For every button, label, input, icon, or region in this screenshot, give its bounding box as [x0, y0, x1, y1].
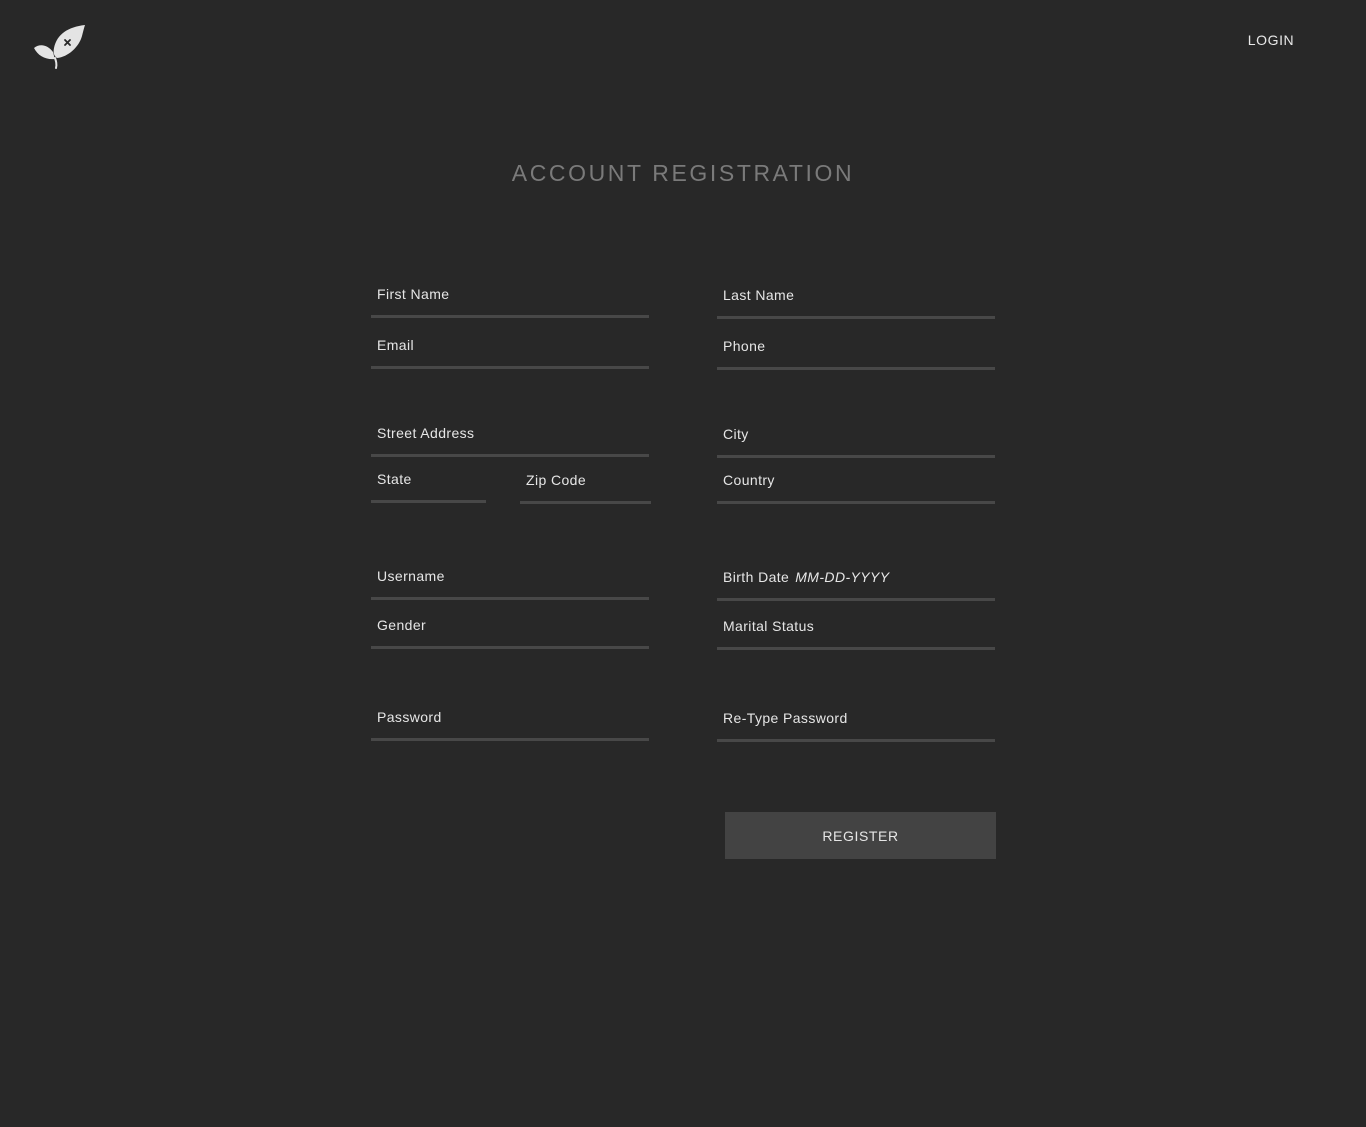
register-button[interactable]: REGISTER	[725, 812, 996, 859]
marital-status-label: Marital Status	[723, 618, 815, 634]
birth-date-label: Birth Date MM-DD-YYYY	[723, 569, 889, 585]
retype-password-label: Re-Type Password	[723, 710, 848, 726]
city-label: City	[723, 426, 749, 442]
city-field[interactable]: City	[717, 426, 995, 458]
gender-label: Gender	[377, 617, 427, 633]
password-label: Password	[377, 709, 442, 725]
country-label: Country	[723, 472, 775, 488]
street-address-field[interactable]: Street Address	[371, 425, 649, 457]
street-address-label: Street Address	[377, 425, 475, 441]
country-field[interactable]: Country	[717, 472, 995, 504]
marital-status-field[interactable]: Marital Status	[717, 618, 995, 650]
birth-date-field[interactable]: Birth Date MM-DD-YYYY	[717, 569, 995, 601]
zip-code-label: Zip Code	[526, 472, 587, 488]
email-field[interactable]: Email	[371, 337, 649, 369]
last-name-label: Last Name	[723, 287, 795, 303]
leaf-logo-icon[interactable]	[32, 24, 88, 72]
page-title: ACCOUNT REGISTRATION	[511, 160, 855, 186]
first-name-field[interactable]: First Name	[371, 286, 649, 318]
phone-label: Phone	[723, 338, 766, 354]
zip-code-field[interactable]: Zip Code	[520, 472, 651, 504]
first-name-label: First Name	[377, 286, 450, 302]
email-label: Email	[377, 337, 415, 353]
phone-field[interactable]: Phone	[717, 338, 995, 370]
password-field[interactable]: Password	[371, 709, 649, 741]
login-link[interactable]: LOGIN	[1240, 32, 1302, 48]
username-label: Username	[377, 568, 445, 584]
gender-field[interactable]: Gender	[371, 617, 649, 649]
username-field[interactable]: Username	[371, 568, 649, 600]
birth-date-label-text: Birth Date	[723, 569, 790, 585]
retype-password-field[interactable]: Re-Type Password	[717, 710, 995, 742]
state-field[interactable]: State	[371, 471, 486, 503]
state-label: State	[377, 471, 412, 487]
last-name-field[interactable]: Last Name	[717, 287, 995, 319]
birth-date-format-hint: MM-DD-YYYY	[795, 569, 890, 585]
